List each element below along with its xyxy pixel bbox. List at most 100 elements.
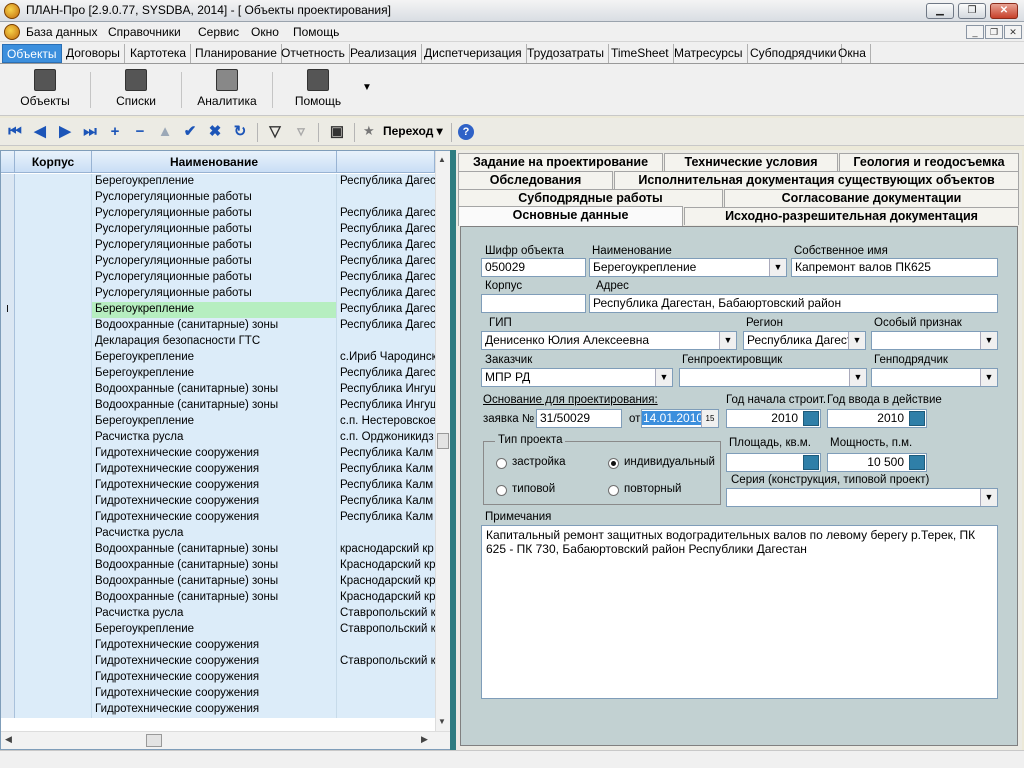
- row-indicator[interactable]: [1, 446, 15, 462]
- refresh-icon[interactable]: ↻: [231, 123, 249, 141]
- table-row[interactable]: Гидротехнические сооружения Республика Ка…: [1, 510, 435, 526]
- radio-building[interactable]: [496, 458, 507, 469]
- cell-address[interactable]: краснодарский кр: [337, 542, 435, 558]
- cell-name[interactable]: Водоохранные (санитарные) зоны: [92, 382, 337, 398]
- row-indicator[interactable]: [1, 702, 15, 718]
- cell-address[interactable]: Республика Дагес: [337, 238, 435, 254]
- prev-record-icon[interactable]: ◀: [31, 123, 49, 141]
- table-row[interactable]: Руслорегуляционные работы Республика Даге…: [1, 222, 435, 238]
- table-row[interactable]: Берегоукрепление Республика Дагес: [1, 366, 435, 382]
- cell-address[interactable]: Ставропольский к: [337, 654, 435, 670]
- row-indicator[interactable]: [1, 286, 15, 302]
- tab-dispatching[interactable]: Диспетчеризация: [420, 44, 527, 63]
- cell-name[interactable]: Расчистка русла: [92, 526, 337, 542]
- chevron-down-icon[interactable]: ▼: [848, 332, 865, 349]
- tab-permits-documentation[interactable]: Исходно-разрешительная документация: [684, 207, 1019, 225]
- cell-address[interactable]: Краснодарский кр: [337, 574, 435, 590]
- close-button[interactable]: ✕: [990, 3, 1018, 19]
- table-row[interactable]: Гидротехнические сооружения Республика Ка…: [1, 446, 435, 462]
- cell-building[interactable]: [15, 526, 92, 542]
- gip-select[interactable]: Денисенко Юлия Алексеевна ▼: [481, 331, 737, 350]
- column-header-building[interactable]: Корпус: [15, 151, 92, 173]
- radio-repeated[interactable]: [608, 485, 619, 496]
- chevron-down-icon[interactable]: ▼: [980, 332, 997, 349]
- table-row[interactable]: Расчистка русла с.п. Орджоникидз: [1, 430, 435, 446]
- table-row[interactable]: Водоохранные (санитарные) зоны Краснодарс…: [1, 574, 435, 590]
- cell-address[interactable]: Ставропольский к: [337, 606, 435, 622]
- table-row[interactable]: Руслорегуляционные работы Республика Даге…: [1, 286, 435, 302]
- properties-icon[interactable]: ▣: [328, 123, 346, 141]
- cell-name[interactable]: Русло­регуляционные работы: [92, 190, 337, 206]
- cell-building[interactable]: [15, 686, 92, 702]
- customer-select[interactable]: МПР РД ▼: [481, 368, 673, 387]
- row-indicator[interactable]: [1, 654, 15, 670]
- chevron-down-icon[interactable]: ▼: [769, 259, 786, 276]
- ribbon-analytics-button[interactable]: Аналитика: [187, 67, 267, 113]
- cell-address[interactable]: Республика Дагес: [337, 318, 435, 334]
- cell-building[interactable]: [15, 366, 92, 382]
- tab-subcontract-works[interactable]: Субподрядные работы: [458, 189, 723, 207]
- cell-building[interactable]: [15, 702, 92, 718]
- cell-building[interactable]: [15, 334, 92, 350]
- cell-name[interactable]: Руслорегуляционные работы: [92, 270, 337, 286]
- maximize-button[interactable]: ❐: [958, 3, 986, 19]
- tab-labor-costs[interactable]: Трудозатраты: [523, 44, 609, 63]
- region-select[interactable]: Республика Дагеста ▼: [743, 331, 866, 350]
- cell-address[interactable]: Республика Калм: [337, 494, 435, 510]
- cell-name[interactable]: Руслорегуляционные работы: [92, 206, 337, 222]
- row-indicator[interactable]: [1, 270, 15, 286]
- series-select[interactable]: ▼: [726, 488, 998, 507]
- filter-clear-icon[interactable]: ▿: [292, 123, 310, 141]
- tab-windows[interactable]: Окна: [834, 44, 871, 63]
- table-row[interactable]: Руслорегуляционные работы Республика Даге…: [1, 238, 435, 254]
- table-row[interactable]: Водоохранные (санитарные) зоны Республика…: [1, 382, 435, 398]
- row-indicator[interactable]: [1, 622, 15, 638]
- row-indicator[interactable]: [1, 430, 15, 446]
- filter-icon[interactable]: ▽: [266, 123, 284, 141]
- table-row[interactable]: Водоохранные (санитарные) зоны краснодарс…: [1, 542, 435, 558]
- table-row[interactable]: Гидротехнические сооружения: [1, 638, 435, 654]
- cell-address[interactable]: [337, 526, 435, 542]
- cell-address[interactable]: [337, 686, 435, 702]
- row-indicator[interactable]: [1, 462, 15, 478]
- chevron-down-icon[interactable]: ▼: [849, 369, 866, 386]
- radio-typical[interactable]: [496, 485, 507, 496]
- cell-building[interactable]: [15, 542, 92, 558]
- app-menu-icon[interactable]: [4, 24, 20, 40]
- cell-address[interactable]: [337, 670, 435, 686]
- cell-name[interactable]: Водоохранные (санитарные) зоны: [92, 542, 337, 558]
- cell-building[interactable]: [15, 174, 92, 190]
- menu-database[interactable]: База данных: [26, 25, 97, 39]
- cell-building[interactable]: [15, 606, 92, 622]
- tab-reporting[interactable]: Отчетность: [277, 44, 350, 63]
- row-indicator[interactable]: [1, 606, 15, 622]
- first-record-icon[interactable]: ⏮: [6, 123, 24, 141]
- cell-address[interactable]: [337, 638, 435, 654]
- row-indicator[interactable]: [1, 542, 15, 558]
- cell-address[interactable]: [337, 334, 435, 350]
- grid-vertical-scrollbar[interactable]: ▲ ▼: [435, 151, 450, 731]
- vertical-scroll-thumb[interactable]: [437, 433, 449, 449]
- tab-design-assignment[interactable]: Задание на проектирование: [458, 153, 663, 171]
- cell-name[interactable]: Руслорегуляционные работы: [92, 254, 337, 270]
- cell-address[interactable]: Республика Ингуш: [337, 398, 435, 414]
- calculator-icon[interactable]: [909, 455, 925, 470]
- cell-name[interactable]: Берегоукрепление: [92, 174, 337, 190]
- cell-name[interactable]: Берегоукрепление: [92, 366, 337, 382]
- chevron-down-icon[interactable]: ▼: [719, 332, 736, 349]
- cell-building[interactable]: [15, 222, 92, 238]
- row-indicator[interactable]: [1, 222, 15, 238]
- cell-name[interactable]: Берегоукрепление: [92, 622, 337, 638]
- cell-name[interactable]: Берегоукрепление: [92, 414, 337, 430]
- row-indicator[interactable]: [1, 494, 15, 510]
- calculator-icon[interactable]: [803, 411, 819, 426]
- cell-address[interactable]: Республика Калм: [337, 462, 435, 478]
- cell-building[interactable]: [15, 670, 92, 686]
- ribbon-help-button[interactable]: Помощь: [278, 67, 358, 113]
- cell-building[interactable]: [15, 302, 92, 318]
- tab-timesheet[interactable]: TimeSheet: [607, 44, 674, 63]
- cell-name[interactable]: Гидротехнические сооружения: [92, 446, 337, 462]
- table-row[interactable]: I Берегоукрепление Республика Дагес: [1, 302, 435, 318]
- cell-building[interactable]: [15, 638, 92, 654]
- cell-building[interactable]: [15, 446, 92, 462]
